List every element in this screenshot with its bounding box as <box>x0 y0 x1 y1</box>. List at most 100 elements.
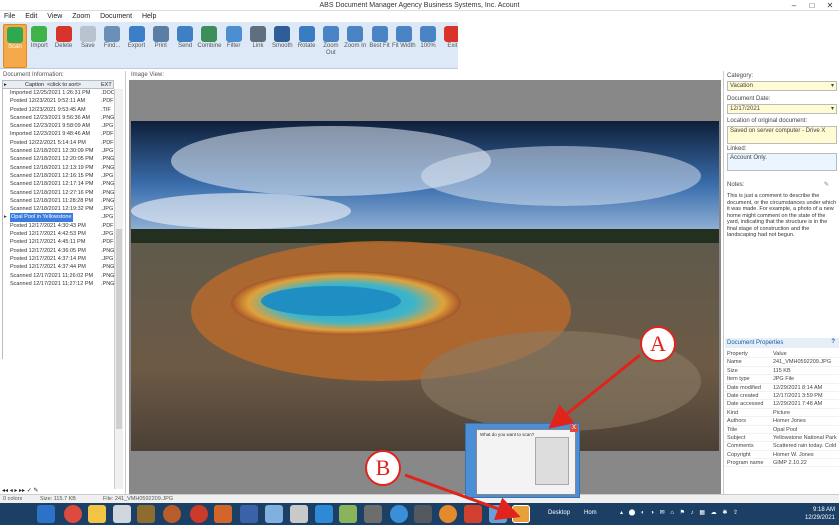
toolbar-button-export[interactable]: Export <box>125 24 149 68</box>
desktop-toolbar-label[interactable]: Desktop <box>548 510 570 516</box>
menu-view[interactable]: View <box>43 11 66 22</box>
property-name: Program name <box>727 460 764 467</box>
document-list-row[interactable]: Scanned 12/17/2021 11:27:12 PM .PNG <box>3 280 114 288</box>
menu-zoom[interactable]: Zoom <box>68 11 94 22</box>
toolbar-button-100[interactable]: 100% <box>416 24 440 68</box>
taskbar-app-icon-3[interactable] <box>163 505 181 523</box>
toolbar-button-find[interactable]: Find... <box>100 24 124 68</box>
document-list-row[interactable]: Posted 12/17/2021 4:37:14 PM .JPG <box>3 255 114 263</box>
taskbar-app-icon-11[interactable] <box>390 505 408 523</box>
taskbar-app-icon-8[interactable] <box>315 505 333 523</box>
document-list-row[interactable]: ▸ Opal Pool in Yellowstone .JPG <box>3 213 114 222</box>
properties-header-row: Property Value <box>725 350 839 359</box>
linked-field[interactable]: Account Only. <box>727 153 837 171</box>
document-list-row[interactable]: Scanned 12/18/2021 12:27:16 PM .PNG <box>3 189 114 197</box>
toolbar-button-best-fit[interactable]: Best Fit <box>368 24 392 68</box>
document-list-row[interactable]: Posted 12/17/2021 4:42:53 PM .JPG <box>3 230 114 238</box>
taskbar-app-icon-12[interactable] <box>414 505 432 523</box>
minimize-icon[interactable]: – <box>785 0 803 11</box>
menu-document[interactable]: Document <box>96 11 136 22</box>
document-list-row[interactable]: Scanned 12/18/2021 12:20:05 PM .PNG <box>3 155 114 163</box>
document-list-row[interactable]: Scanned 12/18/2021 12:16:15 PM .JPG <box>3 172 114 180</box>
document-list-row[interactable]: Scanned 12/18/2021 12:19:32 PM .JPG <box>3 205 114 213</box>
toolbar-button-send[interactable]: Send <box>173 24 197 68</box>
toolbar-button-link[interactable]: Link <box>246 24 270 68</box>
preview-close-icon[interactable]: X <box>570 425 578 432</box>
document-date-field[interactable]: 12/17/2021 ▾ <box>727 104 837 114</box>
toolbar-button-scan[interactable]: Scan <box>3 24 27 68</box>
toolbar-button-delete[interactable]: Delete <box>52 24 76 68</box>
taskbar-window-preview[interactable]: What do you want to scan? X <box>465 423 580 498</box>
category-select[interactable]: Vacation ▾ <box>727 81 837 91</box>
taskbar-clock[interactable]: 9:18 AM 12/29/2021 <box>805 506 835 522</box>
toolbar-button-import[interactable]: Import <box>27 24 51 68</box>
document-list-row[interactable]: Posted 12/22/2021 5:14:14 PM .PDF <box>3 139 114 147</box>
taskbar-app-icon-5[interactable] <box>240 505 258 523</box>
abs-app-icon[interactable] <box>214 505 232 523</box>
document-list-row[interactable]: Posted 12/17/2021 4:36:05 PM .PNG <box>3 247 114 255</box>
home-toolbar-label[interactable]: Hom <box>584 510 597 516</box>
file-explorer-icon[interactable] <box>88 505 106 523</box>
windows-start-icon[interactable] <box>37 505 55 523</box>
help-icon[interactable]: ? <box>831 339 835 345</box>
menu-help[interactable]: Help <box>138 11 160 22</box>
menu-file[interactable]: File <box>0 11 19 22</box>
document-list-row[interactable]: Posted 12/17/2021 4:45:11 PM .PDF <box>3 238 114 246</box>
document-list-row[interactable]: Scanned 12/18/2021 11:28:28 PM .PNG <box>3 197 114 205</box>
document-list-row[interactable]: Scanned 12/18/2021 12:30:09 PM .JPG <box>3 147 114 155</box>
toolbar-button-combine[interactable]: Combine <box>197 24 221 68</box>
taskbar-app-icon-9[interactable] <box>339 505 357 523</box>
notes-text[interactable]: This is just a comment to describe the d… <box>727 193 837 239</box>
toolbar-button-rotate[interactable]: Rotate <box>295 24 319 68</box>
taskbar-app-icon-10[interactable] <box>364 505 382 523</box>
taskbar-app-icon-2[interactable] <box>137 505 155 523</box>
toolbar-button-zoom-out[interactable]: Zoom Out <box>319 24 343 68</box>
document-list-row[interactable]: Posted 12/23/2021 9:52:11 AM .PDF <box>3 97 114 105</box>
document-extension: .JPG <box>101 231 114 238</box>
notes-edit-icon[interactable]: ✎ <box>824 181 829 188</box>
property-column-header: Property <box>727 351 748 357</box>
document-list-row[interactable]: Imported 12/25/2021 1:26:31 PM .DOC <box>3 89 115 97</box>
toolbar-button-fit-width[interactable]: Fit Width <box>392 24 416 68</box>
toolbar-button-smooth[interactable]: Smooth <box>270 24 294 68</box>
document-list-row[interactable]: Scanned 12/23/2021 9:56:36 AM .PNG <box>3 114 114 122</box>
column-caption-header[interactable]: Caption <box>25 82 44 88</box>
chevron-down-icon[interactable]: ▾ <box>831 82 834 89</box>
taskbar-app-icon-4[interactable] <box>190 505 208 523</box>
taskbar-app-icon-7[interactable] <box>290 505 308 523</box>
document-list-scrollbar[interactable] <box>114 89 123 489</box>
close-icon[interactable]: ✕ <box>821 0 839 11</box>
property-value: Scattered rain today. Cold <box>773 443 837 450</box>
maximize-icon[interactable]: □ <box>803 0 821 11</box>
column-sort-hint[interactable]: <click to sort> <box>47 82 81 88</box>
document-list-row[interactable]: Scanned 12/18/2021 12:17:14 PM .PNG <box>3 180 114 188</box>
document-list-row[interactable]: Scanned 12/23/2021 9:58:09 AM .JPG <box>3 122 114 130</box>
document-list-row[interactable]: Imported 12/23/2021 9:48:46 AM .PDF <box>3 130 114 138</box>
toolbar-button-zoom-in[interactable]: Zoom In <box>343 24 367 68</box>
toolbar-button-label: Zoom In <box>344 43 367 49</box>
location-field[interactable]: Saved on server computer - Drive X <box>727 126 837 144</box>
document-list-row[interactable]: Posted 12/17/2021 4:37:44 PM .PNG <box>3 263 114 271</box>
abs-document-manager-taskbar-icon[interactable] <box>512 505 530 523</box>
toolbar-button-save[interactable]: Save <box>76 24 100 68</box>
scrollbar-thumb[interactable] <box>116 229 122 429</box>
calendar-dropdown-icon[interactable]: ▾ <box>831 105 834 112</box>
toolbar-button-print[interactable]: Print <box>149 24 173 68</box>
document-list-row[interactable]: Scanned 12/17/2021 11:26:02 PM .PNG <box>3 272 114 280</box>
tray-icons[interactable]: ▴ ⬤ ◐ ◑ ✉ ⌂ ⚑ ♪ ▦ ☁ ✱ ⇪ <box>620 509 740 516</box>
taskbar-app-icon-14[interactable] <box>464 505 482 523</box>
toolbar-button-filter[interactable]: Filter <box>222 24 246 68</box>
taskbar-app-icon-15[interactable] <box>489 505 507 523</box>
taskbar-app-icon-13[interactable] <box>439 505 457 523</box>
taskbar-app-icon-1[interactable] <box>113 505 131 523</box>
document-list-row[interactable]: Scanned 12/18/2021 12:13:19 PM .PNG <box>3 164 114 172</box>
record-navigator[interactable]: ◂◂ ◂ ▸ ▸▸ ✓ ✎ <box>2 487 112 494</box>
chrome-icon[interactable] <box>64 505 82 523</box>
document-list-row[interactable]: Posted 12/17/2021 4:30:43 PM .PDF <box>3 222 114 230</box>
image-canvas[interactable] <box>129 80 721 494</box>
taskbar-app-icon-6[interactable] <box>265 505 283 523</box>
document-list-row[interactable]: Posted 12/23/2021 9:53:45 AM .TIF <box>3 106 114 114</box>
column-ext-header[interactable]: EXT <box>101 82 112 88</box>
menu-edit[interactable]: Edit <box>21 11 41 22</box>
property-row: Program name GIMP 2.10.22 <box>725 459 839 468</box>
